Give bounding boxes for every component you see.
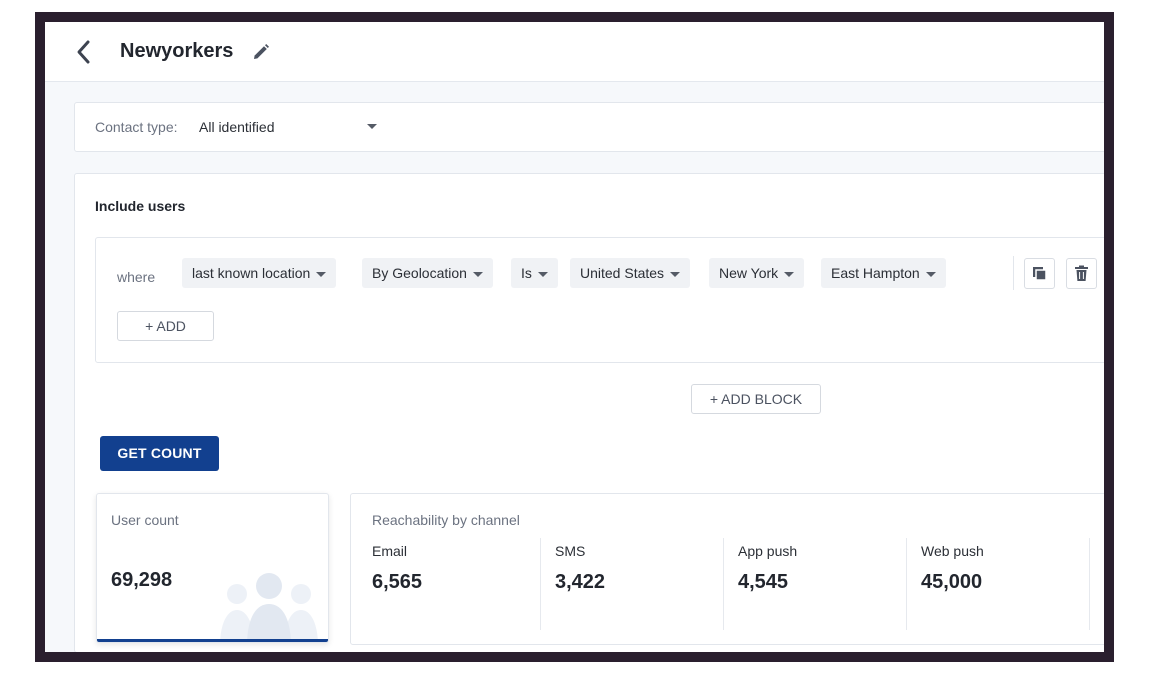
contact-type-label: Contact type: <box>95 119 178 135</box>
back-button[interactable] <box>73 38 97 66</box>
where-label: where <box>117 269 156 285</box>
pencil-icon <box>254 44 269 59</box>
channel-name: Web push <box>921 543 984 559</box>
chip-label: New York <box>719 265 779 281</box>
chip-label: Is <box>521 265 532 281</box>
caret-down-icon <box>472 271 483 277</box>
condition-operator-select[interactable]: Is <box>511 258 558 288</box>
contact-type-panel: Contact type: All identified <box>74 102 1104 152</box>
edit-title-button[interactable] <box>251 42 271 62</box>
add-condition-button[interactable]: + ADD <box>117 311 214 341</box>
add-block-button[interactable]: + ADD BLOCK <box>691 384 821 414</box>
divider <box>1013 256 1014 290</box>
channel-count: 4,545 <box>738 571 789 593</box>
channel-count: 3,422 <box>555 571 606 593</box>
channel-web-push: Web push 45,000 <box>921 538 1104 630</box>
channel-name: SMS <box>555 543 586 559</box>
device-frame: Newyorkers Contact type: All identified … <box>35 12 1114 662</box>
app-screen: Newyorkers Contact type: All identified … <box>45 22 1104 652</box>
user-count-label: User count <box>111 512 179 528</box>
users-group-icon <box>220 573 318 642</box>
caret-down-icon <box>537 271 548 277</box>
channel-email: Email 6,565 <box>372 538 555 630</box>
trash-icon <box>1075 265 1088 281</box>
channel-count: 6,565 <box>372 571 423 593</box>
reachability-title: Reachability by channel <box>372 512 520 528</box>
get-count-button[interactable]: GET COUNT <box>100 436 219 471</box>
copy-icon <box>1033 267 1047 281</box>
user-count-value: 69,298 <box>111 569 173 591</box>
reachability-card: Reachability by channel Email 6,565 SMS … <box>350 493 1104 645</box>
caret-down-icon <box>316 271 327 277</box>
divider <box>723 538 724 630</box>
caret-down-icon <box>784 271 795 277</box>
chip-label: United States <box>580 265 665 281</box>
condition-method-select[interactable]: By Geolocation <box>362 258 493 288</box>
condition-state-select[interactable]: New York <box>709 258 805 288</box>
caret-down-icon <box>670 271 681 277</box>
condition-country-select[interactable]: United States <box>570 258 691 288</box>
condition-block: where last known location By Geolocation… <box>95 237 1104 363</box>
caret-down-icon[interactable] <box>367 124 377 129</box>
channel-app-push: App push 4,545 <box>738 538 921 630</box>
caret-down-icon <box>925 271 936 277</box>
user-count-card: User count 69,298 <box>96 493 329 643</box>
channel-name: Email <box>372 543 408 559</box>
chip-label: East Hampton <box>831 265 920 281</box>
page-header: Newyorkers <box>45 22 1104 82</box>
contact-type-select[interactable]: All identified <box>199 119 275 135</box>
channel-sms: SMS 3,422 <box>555 538 738 630</box>
duplicate-condition-button[interactable] <box>1024 258 1055 289</box>
delete-condition-button[interactable] <box>1066 258 1097 289</box>
divider <box>906 538 907 630</box>
chip-label: By Geolocation <box>372 265 467 281</box>
chevron-left-icon <box>77 40 90 64</box>
divider <box>1089 538 1090 630</box>
channel-count: 45,000 <box>921 571 983 593</box>
condition-attribute-select[interactable]: last known location <box>182 258 337 288</box>
include-users-title: Include users <box>95 198 186 214</box>
chip-label: last known location <box>192 265 311 281</box>
include-users-panel: Include users where last known location … <box>74 173 1104 652</box>
channel-name: App push <box>738 543 798 559</box>
divider <box>540 538 541 630</box>
condition-city-select[interactable]: East Hampton <box>821 258 946 288</box>
page-title: Newyorkers <box>120 40 234 62</box>
